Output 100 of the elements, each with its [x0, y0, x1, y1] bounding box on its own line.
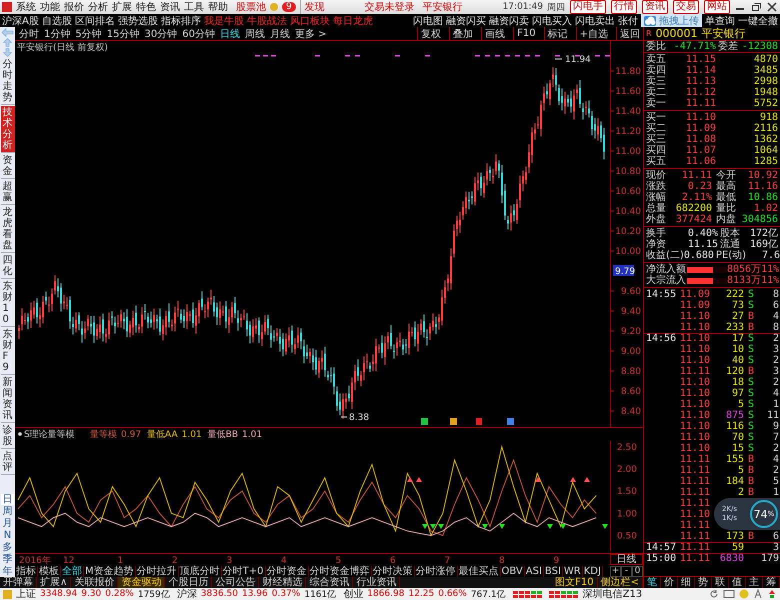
trade-shortcut[interactable]: 张付	[618, 14, 638, 28]
nav-tab[interactable]: 区间排名	[74, 14, 115, 28]
side-tab[interactable]: 四化	[0, 254, 14, 279]
trade-shortcut[interactable]: 闪电买入	[532, 14, 572, 28]
side-tab[interactable]: 超赢	[0, 180, 14, 205]
price-axis-label: 9.40	[620, 307, 641, 317]
period-button[interactable]: 日线	[610, 554, 643, 565]
side-tab[interactable]: 东财F9	[0, 328, 14, 375]
trade-shortcut[interactable]: 融资闪卖	[489, 14, 529, 28]
trade-shortcut[interactable]: 一键全撤	[738, 14, 778, 28]
trade-count: 3	[772, 344, 780, 354]
close-icon[interactable]	[766, 2, 778, 12]
trade-time: 15:00	[646, 554, 678, 564]
period-tab[interactable]: 30分钟	[144, 26, 178, 40]
trade-shortcut[interactable]: 单查询	[705, 14, 735, 28]
price-axis-label: 10.00	[615, 247, 641, 257]
quick-button[interactable]: 网站	[704, 0, 730, 14]
nav-tab[interactable]: 沪深A股	[2, 14, 39, 28]
side-tab[interactable]: 新闻资讯	[0, 376, 14, 423]
event-marker-icon[interactable]	[450, 418, 457, 425]
nav-tab[interactable]: 每日龙虎	[332, 14, 373, 28]
quick-button[interactable]: 交易	[673, 0, 699, 14]
trade-side: B	[746, 476, 756, 486]
nav-tab[interactable]: 强势选股	[118, 14, 158, 28]
period-tab[interactable]: 60分钟	[182, 26, 215, 40]
side-tab[interactable]: 龙虎看盘	[0, 206, 14, 253]
period-tab[interactable]: 日线	[220, 26, 240, 40]
period-tab[interactable]: 1分钟	[44, 26, 70, 40]
quick-button[interactable]: 闪电手	[570, 0, 606, 14]
event-marker-icon[interactable]	[507, 418, 514, 425]
up-arrow-icon[interactable]	[1, 38, 14, 47]
side-tab[interactable]: 分时走势	[0, 58, 14, 105]
menu-item[interactable]: 工具	[184, 0, 204, 14]
trade-volume: 70	[730, 432, 744, 442]
menu-item[interactable]: 特色	[136, 0, 156, 14]
quick-button[interactable]: 行情	[611, 0, 637, 14]
down-arrow-icon[interactable]	[1, 48, 14, 57]
order-volume: 1948	[752, 87, 778, 98]
price-axis-label: 10.40	[615, 207, 641, 217]
menu-item[interactable]: 报价	[64, 0, 84, 14]
menu-item[interactable]: 帮助	[208, 0, 228, 14]
period-button[interactable]: 年	[1, 566, 14, 577]
window-icon[interactable]	[723, 589, 735, 599]
period-tab[interactable]: 15分钟	[106, 26, 140, 40]
side-tab[interactable]: 东财10	[0, 280, 14, 327]
restore-icon[interactable]	[750, 2, 762, 12]
info-tab[interactable]: 资金驱动	[118, 577, 166, 588]
refresh-icon[interactable]	[709, 589, 719, 599]
trade-volume: 59	[730, 542, 744, 552]
period-tab[interactable]: 5分钟	[75, 26, 102, 40]
side-tab[interactable]: 资金	[0, 154, 14, 179]
period-tab[interactable]: 月线	[270, 26, 290, 40]
period-button[interactable]: N	[1, 530, 14, 541]
index-change: 12.25	[408, 589, 434, 599]
quote-value: 377424	[674, 214, 712, 225]
stock-pool-link[interactable]: 股票池	[236, 0, 266, 14]
order-price: 11.15	[684, 54, 716, 65]
period-tab[interactable]: 分时	[19, 26, 39, 40]
menu-item[interactable]: 资讯	[160, 0, 180, 14]
period-tab[interactable]: 更多 >	[294, 26, 327, 40]
period-button[interactable]: 日	[1, 494, 14, 505]
trade-count: 8	[772, 322, 780, 332]
menu-item[interactable]: 系统	[16, 0, 36, 14]
nav-tab[interactable]: 风口板块	[290, 14, 330, 28]
trade-side: S	[746, 378, 756, 388]
trade-volume: 10	[730, 344, 744, 354]
zoom-button[interactable]: 0	[632, 566, 643, 576]
order-level-label: 买二	[646, 123, 667, 134]
quote-value: 0.680	[684, 250, 714, 261]
back-arrow-icon[interactable]	[1, 28, 14, 37]
menu-item[interactable]: 扩展	[112, 0, 132, 14]
trade-shortcut[interactable]: 融资闪买	[446, 14, 486, 28]
side-tab[interactable]: 技术分析	[0, 106, 14, 153]
trade-shortcut[interactable]: 闪电图	[413, 14, 443, 28]
side-tab[interactable]: 诊股	[0, 424, 14, 449]
nav-tab[interactable]: 牛股战法	[246, 14, 287, 28]
period-button[interactable]: 季	[1, 554, 14, 565]
event-marker-icon[interactable]	[476, 418, 482, 425]
nav-tab[interactable]: 自选股	[42, 14, 72, 28]
period-button[interactable]: 周	[1, 506, 14, 517]
menu-item[interactable]: 功能	[40, 0, 60, 14]
fund-flow-value: 8056万	[727, 264, 762, 275]
period-button[interactable]: 月	[1, 518, 14, 529]
period-tab[interactable]: 周线	[244, 26, 265, 40]
event-marker-icon[interactable]	[421, 418, 428, 425]
chart-action-button[interactable]: +自选	[576, 27, 611, 40]
trade-side: B	[746, 532, 756, 542]
zoom-button[interactable]: +	[610, 566, 621, 576]
order-price: 11.12	[684, 87, 716, 98]
quick-button[interactable]: 资讯	[642, 0, 668, 14]
nav-tab[interactable]: 指标排序	[160, 14, 201, 28]
trade-shortcut[interactable]: 闪电卖出	[575, 14, 615, 28]
trade-count: 3	[772, 542, 780, 552]
period-button[interactable]: 多	[1, 542, 14, 553]
nav-tab[interactable]: 我是牛股	[204, 14, 244, 28]
menu-item[interactable]: 分析	[88, 0, 108, 14]
zoom-button[interactable]: -	[621, 566, 632, 576]
side-tab[interactable]: 点评	[0, 450, 14, 475]
trade-count: 1	[772, 488, 780, 498]
trade-count: 4	[772, 388, 780, 398]
